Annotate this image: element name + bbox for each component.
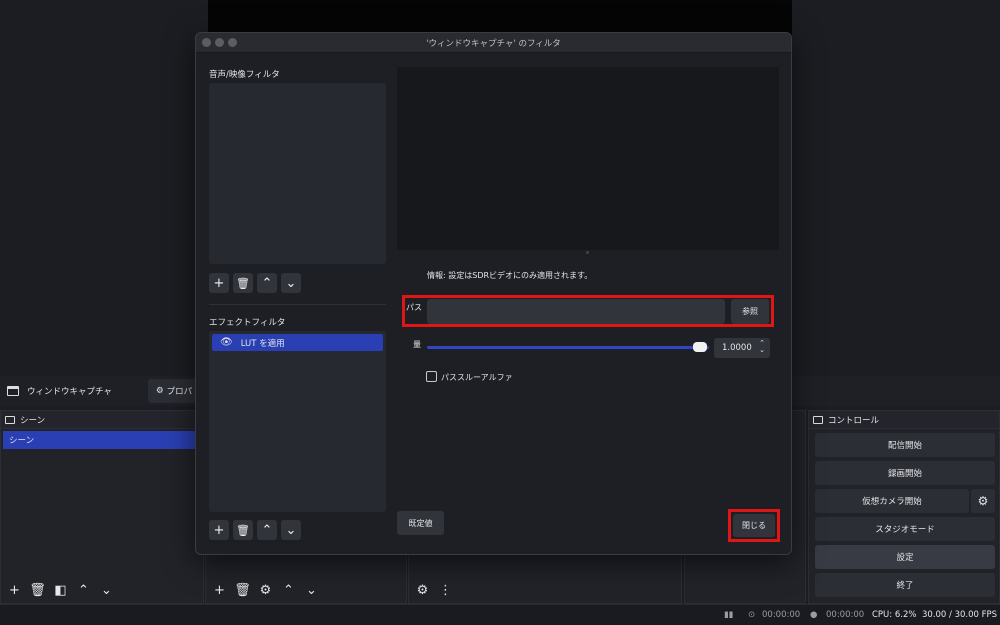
move-down-icon[interactable]: ⌄ [95,580,118,600]
studio-mode-button[interactable]: スタジオモード [815,517,995,541]
stream-time: 00:00:00 [762,610,801,620]
close-button[interactable]: 閉じる [733,514,775,537]
scene-item[interactable]: シーン [3,431,201,449]
path-label: パス [406,303,422,312]
path-input[interactable] [427,299,725,324]
move-down-icon[interactable]: ⌄ [300,580,323,600]
move-up-icon[interactable]: ⌃ [257,520,277,540]
dock-icon [813,415,823,424]
filter-icon[interactable]: ◧ [49,580,72,600]
add-source-icon[interactable]: + [208,580,231,600]
move-down-icon[interactable]: ⌄ [281,273,301,293]
divider [209,304,386,305]
settings-button[interactable]: 設定 [815,545,995,569]
filters-dialog: 'ウィンドウキャプチャ' のフィルタ 音声/映像フィルタ + 🗑 ⌃ ⌄ エフェ… [195,32,792,555]
amount-value: 1.0000 [722,343,752,353]
defaults-button[interactable]: 既定値 [397,511,444,535]
add-icon[interactable]: + [209,273,229,293]
trash-icon[interactable]: 🗑 [26,580,49,600]
scenes-title: シーン [20,415,46,426]
virtual-camera-button[interactable]: 仮想カメラ開始 [815,489,969,513]
gear-icon[interactable]: ⚙ [971,489,995,513]
cpu-usage: CPU: 6.2% [872,610,917,620]
more-menu-icon[interactable]: ⋮ [434,580,457,600]
dialog-titlebar: 'ウィンドウキャプチャ' のフィルタ [196,33,791,53]
av-filters-list[interactable] [209,83,386,264]
amount-slider-track[interactable] [427,346,709,349]
record-time: 00:00:00 [826,610,865,620]
gear-icon: ⚙ [156,386,164,396]
trash-icon[interactable]: 🗑 [233,520,253,540]
spin-arrows-icon[interactable]: ⌃ ⌄ [759,340,765,354]
move-down-icon[interactable]: ⌄ [281,520,301,540]
controls-dock-title: コントロール [809,411,999,429]
scenes-dock-title: シーン [1,411,203,429]
add-scene-icon[interactable]: + [3,580,26,600]
signal-icon: ▮▮ [724,610,734,620]
controls-title: コントロール [828,415,880,426]
scenes-footer: + 🗑 ◧ ⌃ ⌄ [3,579,118,601]
passthrough-alpha-checkbox[interactable] [426,371,437,382]
stream-icon: ⊙ [748,610,756,620]
exit-button[interactable]: 終了 [815,573,995,597]
info-text: 情報: 設定はSDRビデオにのみ適用されます。 [427,271,593,280]
effect-filters-list[interactable] [209,331,386,512]
source-name: ウィンドウキャプチャ [27,387,112,397]
window-icon [7,386,19,396]
amount-slider-thumb[interactable] [693,342,707,352]
move-up-icon[interactable]: ⌃ [72,580,95,600]
effect-filters-label: エフェクトフィルタ [209,318,286,328]
resize-handle[interactable] [586,251,589,254]
add-icon[interactable]: + [209,520,229,540]
move-up-icon[interactable]: ⌃ [277,580,300,600]
start-recording-button[interactable]: 録画開始 [815,461,995,485]
sources-footer: + 🗑 ⚙ ⌃ ⌄ [208,579,323,601]
filter-item-label: LUT を適用 [240,338,285,349]
trash-icon[interactable]: 🗑 [233,273,253,293]
move-up-icon[interactable]: ⌃ [257,273,277,293]
eye-icon[interactable]: 👁 [220,337,233,348]
dialog-title: 'ウィンドウキャプチャ' のフィルタ [426,39,561,49]
amount-spinbox[interactable]: 1.0000 ⌃ ⌄ [714,338,770,358]
passthrough-alpha-label: パススルーアルファ [441,373,513,382]
properties-label: プロパ [166,387,193,397]
scenes-dock: シーン シーン + 🗑 ◧ ⌃ ⌄ [0,410,204,604]
right-background [792,0,1000,372]
status-bar: ▮▮ ⊙ 00:00:00 ● 00:00:00 CPU: 6.2% 30.00… [0,604,1000,625]
left-background [0,0,208,372]
controls-dock: コントロール 配信開始 録画開始 仮想カメラ開始 ⚙ スタジオモード 設定 終了 [808,410,1000,604]
mixer-footer: ⚙ ⋮ [411,579,457,601]
advanced-audio-icon[interactable]: ⚙ [411,580,434,600]
gear-icon[interactable]: ⚙ [254,580,277,600]
amount-label: 量 [413,340,421,349]
dock-icon [5,415,15,424]
av-filters-label: 音声/映像フィルタ [209,70,280,80]
filter-item-lut[interactable]: 👁 LUT を適用 [212,334,383,351]
browse-button[interactable]: 参照 [731,299,769,324]
trash-icon[interactable]: 🗑 [231,580,254,600]
filter-preview [397,67,779,250]
start-streaming-button[interactable]: 配信開始 [815,433,995,457]
fps-readout: 30.00 / 30.00 FPS [922,610,998,620]
record-icon: ● [810,610,818,620]
